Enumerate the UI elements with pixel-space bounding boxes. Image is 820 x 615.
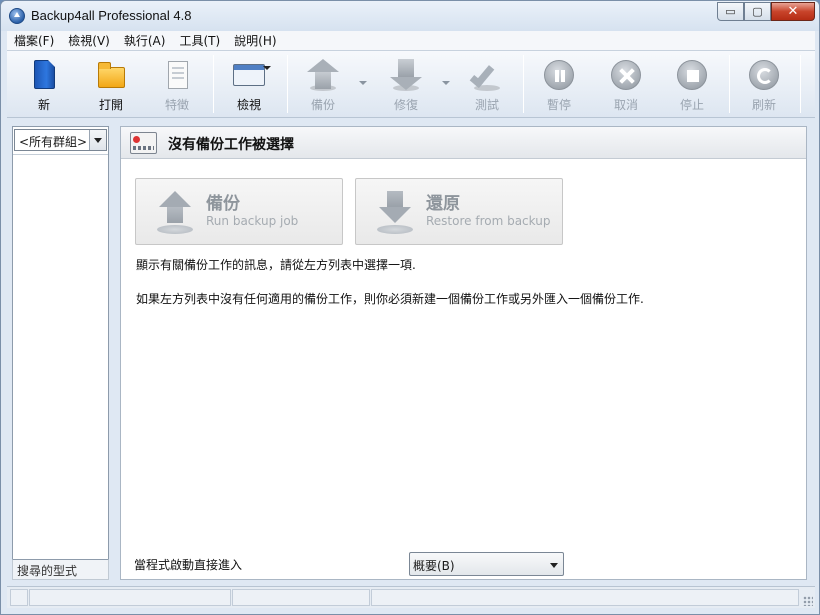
backup-label: 備份 <box>310 98 335 112</box>
restore-backup-button[interactable]: 還原 Restore from backup <box>355 178 563 245</box>
resize-grip-icon[interactable] <box>803 596 813 606</box>
maximize-button[interactable]: ▢ <box>744 2 771 21</box>
minimize-button[interactable]: ▭ <box>717 2 744 21</box>
menu-help[interactable]: 說明(H) <box>227 32 283 49</box>
toolbar: 新 打開 特徵 檢視 備份 修復 測試 暫停 取消 停止 刷新 <box>7 51 815 118</box>
menu-view[interactable]: 檢視(V) <box>61 32 117 49</box>
status-cell <box>29 589 231 606</box>
status-cell <box>371 589 799 606</box>
new-button[interactable]: 新 <box>29 54 59 114</box>
startup-view-value: 概要(B) <box>413 559 455 573</box>
info-text-create: 如果左方列表中沒有任何適用的備份工作，則你必須新建一個備份工作或另外匯入一個備份… <box>136 292 644 306</box>
group-filter-value: <所有群組> <box>19 135 88 149</box>
restore-button[interactable]: 修復 <box>390 54 422 114</box>
divider <box>13 154 108 155</box>
toolbar-separator <box>523 55 524 113</box>
new-document-icon <box>28 59 60 91</box>
test-label: 測試 <box>474 98 499 112</box>
cancel-button[interactable]: 取消 <box>610 54 642 114</box>
toolbar-separator <box>213 55 214 113</box>
stop-label: 停止 <box>679 98 704 112</box>
status-cell <box>10 589 28 606</box>
restore-dropdown-arrow-icon[interactable] <box>442 81 450 85</box>
toolbar-separator <box>287 55 288 113</box>
status-cell <box>232 589 370 606</box>
properties-label: 特徵 <box>164 98 189 112</box>
cancel-label: 取消 <box>613 98 638 112</box>
backup-icon <box>307 59 339 91</box>
main-panel: 沒有備份工作被選擇 備份 Run backup job 還原 Restore f… <box>120 126 807 580</box>
restore-backup-title: 還原 <box>426 194 460 214</box>
toolbar-separator <box>729 55 730 113</box>
pause-label: 暫停 <box>546 98 571 112</box>
refresh-icon <box>748 59 780 91</box>
restore-icon <box>390 59 422 91</box>
run-backup-title: 備份 <box>206 194 240 214</box>
app-logo-icon[interactable] <box>9 8 25 24</box>
restore-icon <box>376 189 414 237</box>
main-header: 沒有備份工作被選擇 <box>121 127 806 159</box>
test-button[interactable]: 測試 <box>469 54 503 114</box>
status-bar <box>7 586 815 608</box>
run-backup-subtitle: Run backup job <box>206 214 299 228</box>
new-label: 新 <box>37 98 50 112</box>
refresh-button[interactable]: 刷新 <box>748 54 780 114</box>
restore-label: 修復 <box>393 98 418 112</box>
toolbar-separator <box>800 55 801 113</box>
view-dropdown-arrow-icon[interactable] <box>263 66 271 70</box>
backup-dropdown-arrow-icon[interactable] <box>359 81 367 85</box>
refresh-label: 刷新 <box>751 98 776 112</box>
stop-button[interactable]: 停止 <box>676 54 708 114</box>
window-title: Backup4all Professional 4.8 <box>31 8 192 23</box>
chevron-down-icon[interactable] <box>89 130 106 150</box>
pause-icon <box>543 59 575 91</box>
menu-actions[interactable]: 執行(A) <box>117 32 173 49</box>
run-backup-button[interactable]: 備份 Run backup job <box>135 178 343 245</box>
job-info-icon <box>130 132 157 154</box>
checkmark-icon <box>469 59 503 91</box>
close-button[interactable]: ✕ <box>771 2 815 21</box>
backup-job-list[interactable]: <所有群組> <box>12 126 109 580</box>
cancel-icon <box>610 59 642 91</box>
app-window: Backup4all Professional 4.8 ▭ ▢ ✕ 檔案(F) … <box>0 0 820 615</box>
view-button[interactable]: 檢視 <box>229 54 269 114</box>
group-filter-select[interactable]: <所有群組> <box>14 129 107 151</box>
view-icon <box>233 59 265 91</box>
view-label: 檢視 <box>236 98 261 112</box>
info-text-select: 顯示有關備份工作的訊息，請從左方列表中選擇一項. <box>136 258 416 272</box>
page-title: 沒有備份工作被選擇 <box>168 137 294 153</box>
backup-button[interactable]: 備份 <box>307 54 339 114</box>
menu-tools[interactable]: 工具(T) <box>172 32 227 49</box>
search-type-label: 搜尋的型式 <box>17 564 78 578</box>
open-label: 打開 <box>98 98 123 112</box>
stop-icon <box>676 59 708 91</box>
restore-backup-subtitle: Restore from backup <box>426 214 551 228</box>
backup-icon <box>156 189 194 237</box>
pause-button[interactable]: 暫停 <box>543 54 575 114</box>
search-type-bar[interactable]: 搜尋的型式 <box>12 559 109 580</box>
startup-view-label: 當程式啟動直接進入 <box>134 558 243 572</box>
chevron-down-icon[interactable] <box>550 563 558 568</box>
open-button[interactable]: 打開 <box>95 54 127 114</box>
startup-view-select[interactable]: 概要(B) <box>409 552 564 576</box>
menu-file[interactable]: 檔案(F) <box>7 32 61 49</box>
window-controls: ▭ ▢ ✕ <box>717 2 815 21</box>
properties-icon <box>161 59 193 91</box>
folder-icon <box>95 59 127 91</box>
properties-button[interactable]: 特徵 <box>161 54 193 114</box>
title-bar[interactable]: Backup4all Professional 4.8 ▭ ▢ ✕ <box>1 1 819 31</box>
menu-bar: 檔案(F) 檢視(V) 執行(A) 工具(T) 說明(H) <box>7 31 815 51</box>
